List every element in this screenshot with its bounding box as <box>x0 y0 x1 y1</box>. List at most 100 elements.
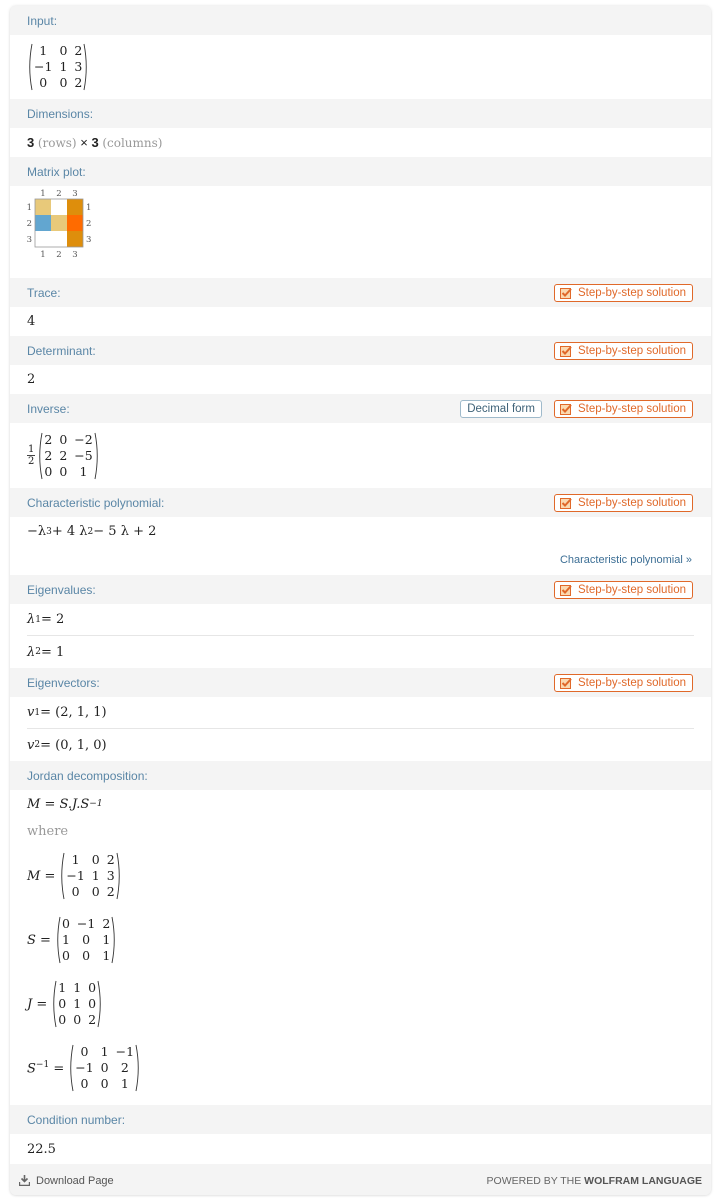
pod-title: Condition number: <box>27 1112 126 1127</box>
tick-label-left: 3 <box>27 235 32 245</box>
results-card: Input: 1 0 2 −1 1 3 0 0 2 Dimensions: 3 (rows) ×… <box>10 6 711 1195</box>
matrix-J: J = 110010002 <box>27 972 711 1036</box>
matrix-cell: 0 <box>59 75 68 90</box>
pod-inverse: Inverse: Decimal form Step-by-step solut… <box>10 394 711 488</box>
pod-title: Determinant: <box>27 343 96 358</box>
determinant-value: 2 <box>27 372 36 387</box>
right-paren <box>97 980 103 1028</box>
matrix-cell: 3 <box>106 868 115 883</box>
matrix-cell: 0 <box>91 852 100 867</box>
step-by-step-label: Step-by-step solution <box>577 496 686 509</box>
left-paren <box>27 43 33 91</box>
matrix-cell: −1 <box>34 59 53 74</box>
cols-value: 3 <box>91 135 99 150</box>
plot-cell <box>67 199 83 215</box>
matrix-cell: 0 <box>59 43 68 58</box>
right-paren <box>94 432 100 480</box>
matrix-cell: 0 <box>71 884 80 899</box>
matrix-cell: 2 <box>74 43 83 58</box>
plot-cell <box>35 215 51 231</box>
trace-value: 4 <box>27 314 36 329</box>
pod-title: Dimensions: <box>27 106 94 121</box>
matrix-cell: 0 <box>80 1044 89 1059</box>
matrix-cell: 1 <box>91 868 100 883</box>
pod-title: Characteristic polynomial: <box>27 495 165 510</box>
tick-label-top: 1 <box>40 189 45 199</box>
decimal-form-button[interactable]: Decimal form <box>460 399 542 418</box>
matrix-cell: −1 <box>115 1044 135 1059</box>
pod-title: Input: <box>27 13 58 28</box>
pod-title: Inverse: <box>27 401 70 416</box>
matrix-S: S = 0 −1 2 1 0 1 0 0 1 <box>27 908 711 972</box>
matrix-cell: 2 <box>44 447 53 463</box>
characteristic-polynomial-link[interactable]: Characteristic polynomial » <box>10 546 711 575</box>
pod-title: Eigenvalues: <box>27 582 96 597</box>
checkbox-icon <box>559 497 572 509</box>
step-by-step-button[interactable]: Step-by-step solution <box>553 283 693 302</box>
download-page-button[interactable]: Download Page <box>19 1175 114 1187</box>
tick-label-top: 3 <box>72 189 77 199</box>
matrix-cell: 1 <box>102 948 111 963</box>
matrix-cell: 0 <box>73 1012 82 1027</box>
matrix-cell: 1 <box>58 980 67 995</box>
step-by-step-button[interactable]: Step-by-step solution <box>553 493 693 512</box>
matrix-cell: 0 <box>44 463 53 479</box>
matrix-cell: 3 <box>74 59 83 74</box>
left-paren <box>68 1044 74 1092</box>
tick-label-right: 1 <box>86 203 91 213</box>
input-matrix: 1 0 2 −1 1 3 0 0 2 <box>27 43 89 91</box>
matrix-cell: 0 <box>59 463 68 479</box>
matrix-cell: 1 <box>73 996 82 1011</box>
cols-label: (columns) <box>102 135 163 150</box>
matrix-cell: 0 <box>88 996 97 1011</box>
pod-matrix-plot: Matrix plot: 111122223333 <box>10 157 711 278</box>
matrix-cell: 0 <box>100 1060 109 1075</box>
matrix-cell: 1 <box>71 852 80 867</box>
matrix-cell: 2 <box>106 852 115 867</box>
tick-label-left: 2 <box>27 219 32 229</box>
pod-trace: Trace: Step-by-step solution 4 <box>10 278 711 336</box>
eigenvalue-row: λ1 = 2 <box>27 612 65 627</box>
matrix-cell: 0 <box>58 996 67 1011</box>
matrix-cell: 0 <box>61 916 70 931</box>
step-by-step-button[interactable]: Step-by-step solution <box>553 673 693 692</box>
step-by-step-label: Step-by-step solution <box>577 344 686 357</box>
matrix-cell: 1 <box>39 43 48 58</box>
download-icon <box>19 1175 30 1186</box>
matrix-cell: 2 <box>120 1060 129 1075</box>
scalar-fraction: 12 <box>27 444 36 467</box>
pod-eigenvectors: Eigenvectors: Step-by-step solution v1 =… <box>10 668 711 761</box>
tick-label-bottom: 2 <box>56 250 61 260</box>
pod-determinant: Determinant: Step-by-step solution 2 <box>10 336 711 394</box>
plot-cell <box>67 231 83 247</box>
matrix-M: M = 1 0 2 −1 1 3 0 0 2 <box>27 844 711 908</box>
step-by-step-button[interactable]: Step-by-step solution <box>553 399 693 418</box>
tick-label-right: 2 <box>86 219 91 229</box>
matrix-cell: 0 <box>61 948 70 963</box>
step-by-step-button[interactable]: Step-by-step solution <box>553 341 693 360</box>
pod-eigenvalues: Eigenvalues: Step-by-step solution λ1 = … <box>10 575 711 668</box>
matrix-cell: −1 <box>66 868 85 883</box>
eigenvector-row: v1 = (2, 1, 1) <box>27 705 107 720</box>
pod-title: Trace: <box>27 285 61 300</box>
matrix-cell: 0 <box>39 75 48 90</box>
pod-title: Eigenvectors: <box>27 675 100 690</box>
matrix-cell: −1 <box>76 916 96 931</box>
plot-cell <box>51 231 67 247</box>
matrix-cell: 1 <box>79 463 88 479</box>
matrix-cell: 0 <box>88 980 97 995</box>
right-paren <box>116 852 122 900</box>
step-by-step-button[interactable]: Step-by-step solution <box>553 580 693 599</box>
right-paren <box>135 1044 141 1092</box>
matrix-cell: 2 <box>88 1012 97 1027</box>
plot-cell <box>67 215 83 231</box>
right-paren <box>111 916 117 964</box>
matrix-cell: 1 <box>73 980 82 995</box>
checkbox-icon <box>559 287 572 299</box>
pod-input: Input: 1 0 2 −1 1 3 0 0 2 <box>10 6 711 99</box>
matrix-S-inverse: S−1 = 0 1 −1 −1 0 2 0 0 1 <box>27 1036 711 1100</box>
tick-label-bottom: 1 <box>40 250 45 260</box>
matrix-cell: 0 <box>58 1012 67 1027</box>
matrix-cell: 0 <box>80 1076 89 1091</box>
inverse-matrix: 2 0 −2 2 2 −5 0 0 1 <box>37 432 99 480</box>
